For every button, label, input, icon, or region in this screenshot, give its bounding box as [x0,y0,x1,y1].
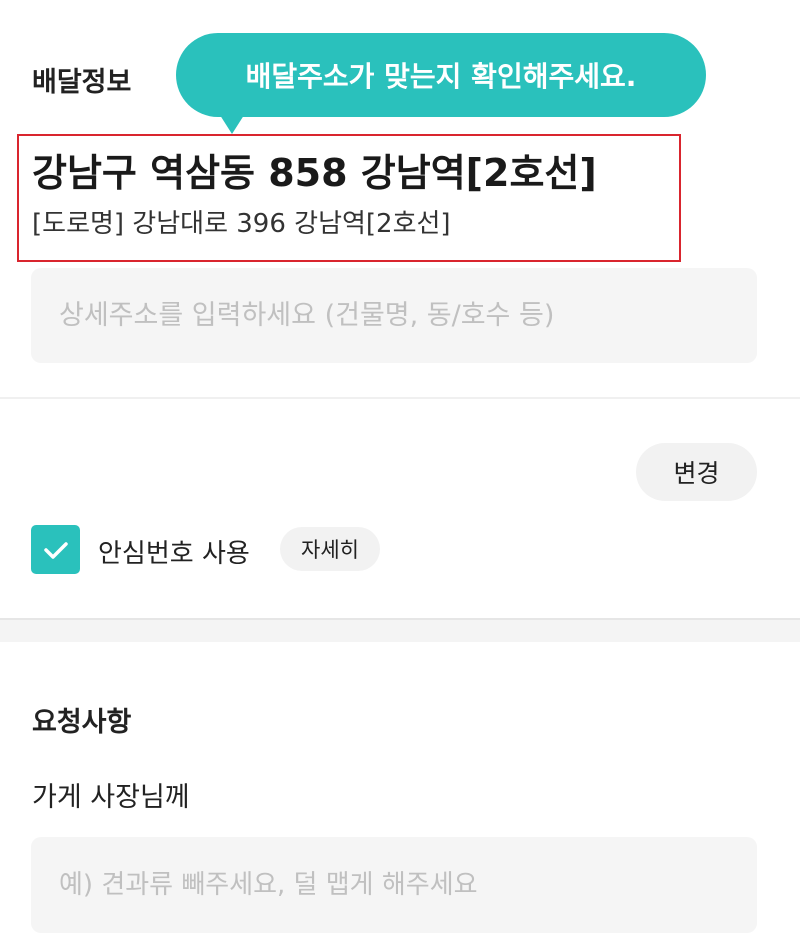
safe-number-label: 안심번호 사용 [98,539,250,569]
address-confirm-tooltip: 배달주소가 맞는지 확인해주세요. [176,33,706,117]
details-chip-label: 자세히 [301,538,359,562]
owner-request-input[interactable] [31,837,757,933]
address-main: 강남구 역삼동 858 강남역[2호선] [32,151,597,195]
change-button[interactable]: 변경 [636,443,757,501]
tooltip-arrow [218,112,246,134]
check-icon [43,541,68,559]
delivery-section-title: 배달정보 [32,67,132,98]
change-button-label: 변경 [673,459,720,488]
section-divider [0,618,800,642]
safe-number-checkbox[interactable] [31,525,80,574]
detail-address-input[interactable] [31,268,757,363]
details-chip[interactable]: 자세히 [280,527,380,571]
address-road: [도로명] 강남대로 396 강남역[2호선] [32,209,451,239]
divider [0,397,800,399]
owner-request-label: 가게 사장님께 [32,782,190,813]
tooltip-text: 배달주소가 맞는지 확인해주세요. [245,60,637,93]
request-section-title: 요청사항 [32,707,132,738]
